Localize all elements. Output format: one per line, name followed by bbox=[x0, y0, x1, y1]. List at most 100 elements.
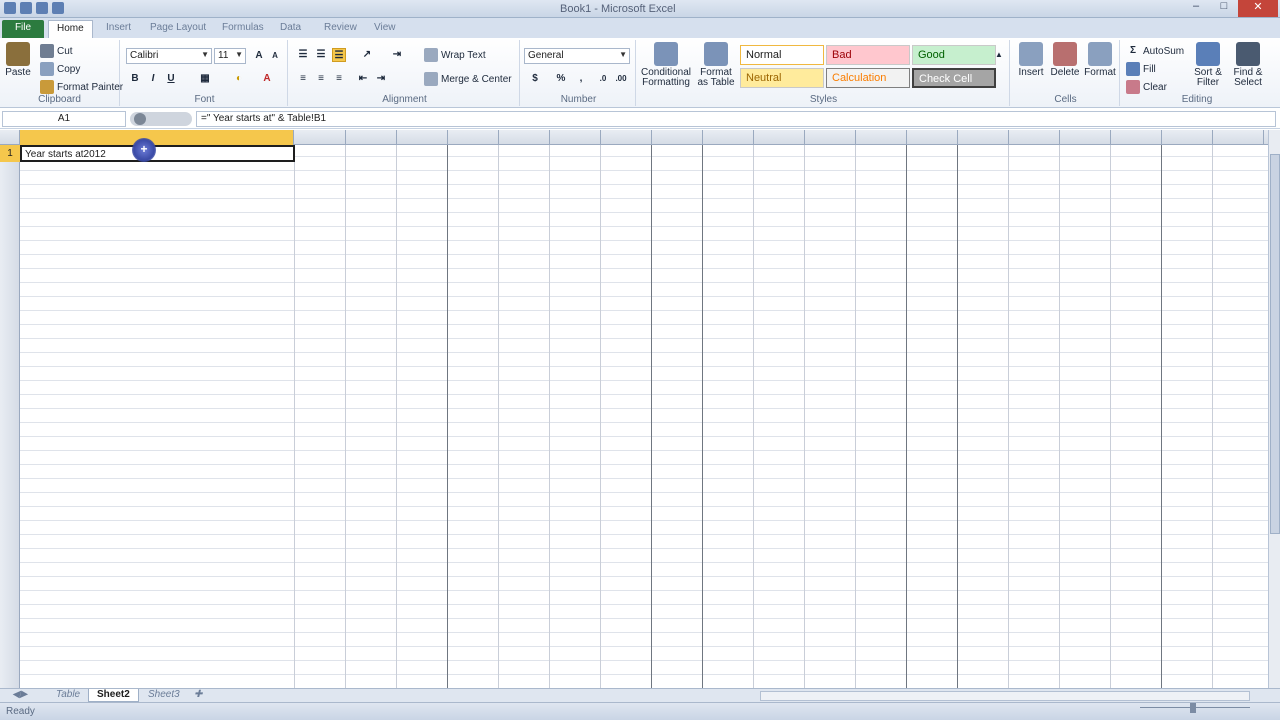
fx-icon[interactable] bbox=[134, 113, 146, 125]
align-center-icon[interactable]: ≡ bbox=[314, 72, 328, 86]
decrease-indent-icon[interactable]: ⇤ bbox=[356, 72, 370, 86]
tab-review[interactable]: Review bbox=[316, 20, 365, 38]
orientation-icon[interactable]: ↗ bbox=[360, 48, 374, 62]
borders-icon[interactable]: ▦ bbox=[198, 72, 212, 86]
comma-button[interactable]: , bbox=[574, 72, 588, 86]
merge-center-button[interactable]: Merge & Center bbox=[424, 72, 512, 86]
column-header[interactable] bbox=[550, 130, 601, 145]
save-icon[interactable] bbox=[20, 2, 32, 14]
insert-sheet-icon[interactable]: ✚ bbox=[186, 689, 210, 702]
style-normal[interactable]: Normal bbox=[740, 45, 824, 65]
excel-icon[interactable] bbox=[4, 2, 16, 14]
column-header[interactable] bbox=[601, 130, 652, 145]
style-check-cell[interactable]: Check Cell bbox=[912, 68, 996, 88]
number-format-combo[interactable]: General ▼ bbox=[524, 48, 630, 64]
column-header[interactable] bbox=[805, 130, 856, 145]
align-middle-icon[interactable]: ☰ bbox=[314, 48, 328, 62]
column-header[interactable] bbox=[1060, 130, 1111, 145]
find-select-button[interactable]: Find & Select bbox=[1230, 42, 1266, 88]
column-header[interactable] bbox=[958, 130, 1009, 145]
autosum-button[interactable]: Σ AutoSum bbox=[1126, 44, 1184, 58]
underline-button[interactable]: U bbox=[164, 72, 178, 86]
column-header[interactable] bbox=[856, 130, 907, 145]
paste-button[interactable]: Paste bbox=[4, 42, 32, 78]
decrease-decimal-icon[interactable]: .00 bbox=[614, 72, 628, 86]
tab-home[interactable]: Home bbox=[48, 20, 93, 38]
font-name-combo[interactable]: Calibri ▼ bbox=[126, 48, 212, 64]
column-header[interactable] bbox=[907, 130, 958, 145]
insert-cells-button[interactable]: Insert bbox=[1016, 42, 1046, 78]
style-neutral[interactable]: Neutral bbox=[740, 68, 824, 88]
sheet-nav-icon[interactable]: ◀▶ bbox=[4, 689, 35, 702]
tab-insert[interactable]: Insert bbox=[98, 20, 139, 38]
indent-icon[interactable]: ⇥ bbox=[390, 48, 404, 62]
vertical-scroll-thumb[interactable] bbox=[1270, 154, 1280, 534]
italic-button[interactable]: I bbox=[146, 72, 160, 86]
vertical-scrollbar[interactable] bbox=[1268, 130, 1280, 688]
clear-button[interactable]: Clear bbox=[1126, 80, 1167, 94]
format-cells-button[interactable]: Format bbox=[1084, 42, 1116, 78]
minimize-button[interactable]: – bbox=[1182, 0, 1210, 17]
tab-formulas[interactable]: Formulas bbox=[214, 20, 272, 38]
column-header[interactable] bbox=[397, 130, 448, 145]
cells-area[interactable] bbox=[20, 145, 1268, 688]
sheet-tab-table[interactable]: Table bbox=[48, 689, 88, 702]
horizontal-scrollbar[interactable] bbox=[760, 691, 1250, 701]
tab-page-layout[interactable]: Page Layout bbox=[142, 20, 214, 38]
row-header-1[interactable]: 1 bbox=[0, 145, 20, 162]
column-header[interactable] bbox=[499, 130, 550, 145]
align-right-icon[interactable]: ≡ bbox=[332, 72, 346, 86]
column-header[interactable] bbox=[346, 130, 397, 145]
undo-icon[interactable] bbox=[36, 2, 48, 14]
zoom-slider-knob[interactable] bbox=[1190, 703, 1196, 713]
worksheet-grid[interactable]: 1 Year starts at2012 bbox=[0, 130, 1268, 688]
align-top-icon[interactable]: ☰ bbox=[296, 48, 310, 62]
column-header[interactable] bbox=[1162, 130, 1213, 145]
fill-color-icon[interactable]: ◐ bbox=[232, 72, 246, 86]
format-as-table-button[interactable]: Format as Table bbox=[696, 42, 736, 88]
style-calculation[interactable]: Calculation bbox=[826, 68, 910, 88]
select-all-corner[interactable] bbox=[0, 130, 20, 145]
name-box[interactable]: A1 bbox=[2, 111, 126, 127]
conditional-formatting-button[interactable]: Conditional Formatting bbox=[640, 42, 692, 88]
redo-icon[interactable] bbox=[52, 2, 64, 14]
increase-decimal-icon[interactable]: .0 bbox=[596, 72, 610, 86]
bold-button[interactable]: B bbox=[128, 72, 142, 86]
formula-input[interactable]: =" Year starts at" & Table!B1 bbox=[196, 111, 1276, 127]
close-button[interactable]: ✕ bbox=[1238, 0, 1278, 17]
percent-button[interactable]: % bbox=[554, 72, 568, 86]
tab-view[interactable]: View bbox=[366, 20, 404, 38]
style-good[interactable]: Good bbox=[912, 45, 996, 65]
tab-file[interactable]: File bbox=[2, 20, 44, 38]
font-color-icon[interactable]: A bbox=[260, 72, 274, 86]
grow-font-icon[interactable]: A bbox=[252, 49, 266, 63]
column-header[interactable] bbox=[295, 130, 346, 145]
cut-button[interactable]: Cut bbox=[40, 44, 73, 58]
cell-a1[interactable]: Year starts at2012 bbox=[20, 145, 295, 162]
format-painter-button[interactable]: Format Painter bbox=[40, 80, 123, 94]
maximize-button[interactable]: □ bbox=[1210, 0, 1238, 17]
sort-filter-button[interactable]: Sort & Filter bbox=[1190, 42, 1226, 88]
column-header[interactable] bbox=[703, 130, 754, 145]
column-header[interactable] bbox=[1213, 130, 1264, 145]
font-size-combo[interactable]: 11 ▼ bbox=[214, 48, 246, 64]
tab-data[interactable]: Data bbox=[272, 20, 309, 38]
styles-scroll-icon[interactable]: ▲ bbox=[994, 48, 1004, 62]
align-left-icon[interactable]: ≡ bbox=[296, 72, 310, 86]
sheet-tab-sheet2[interactable]: Sheet2 bbox=[88, 689, 139, 702]
align-bottom-icon[interactable]: ☰ bbox=[332, 48, 346, 62]
increase-indent-icon[interactable]: ⇥ bbox=[374, 72, 388, 86]
column-header-a[interactable] bbox=[20, 130, 294, 145]
shrink-font-icon[interactable]: A bbox=[268, 49, 282, 63]
style-bad[interactable]: Bad bbox=[826, 45, 910, 65]
delete-cells-button[interactable]: Delete bbox=[1050, 42, 1080, 78]
column-header[interactable] bbox=[448, 130, 499, 145]
zoom-slider[interactable] bbox=[1140, 703, 1250, 715]
currency-button[interactable]: $ bbox=[528, 72, 542, 86]
column-header[interactable] bbox=[652, 130, 703, 145]
column-header[interactable] bbox=[1111, 130, 1162, 145]
fill-button[interactable]: Fill bbox=[1126, 62, 1156, 76]
sheet-tab-sheet3[interactable]: Sheet3 bbox=[140, 689, 188, 702]
copy-button[interactable]: Copy bbox=[40, 62, 80, 76]
wrap-text-button[interactable]: Wrap Text bbox=[424, 48, 486, 62]
